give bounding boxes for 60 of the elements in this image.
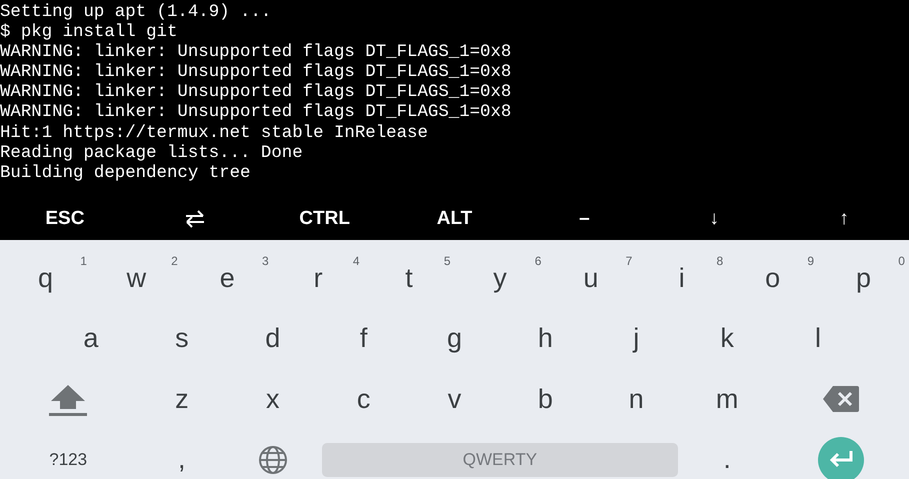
number-hint: 0 xyxy=(898,254,905,268)
keyboard-key[interactable]: j xyxy=(629,323,644,354)
terminal-line: Setting up apt (1.4.9) ... xyxy=(0,3,272,23)
keyboard-key[interactable]: n xyxy=(624,384,648,415)
keyboard-key[interactable]: l xyxy=(811,323,826,354)
keyboard-key[interactable]: h xyxy=(534,323,557,354)
keyboard-key[interactable]: q xyxy=(34,262,57,294)
keyboard-key[interactable]: a xyxy=(79,323,102,354)
backspace-icon[interactable] xyxy=(822,386,859,412)
number-hint: 6 xyxy=(534,254,542,268)
keyboard-key[interactable]: t xyxy=(401,262,417,294)
extra-key[interactable]: CTRL xyxy=(295,208,354,230)
extra-key[interactable]: ↑ xyxy=(835,208,853,230)
extra-key[interactable]: ESC xyxy=(41,208,88,230)
keyboard-key[interactable]: b xyxy=(534,384,557,415)
terminal-line: Hit:1 https://termux.net stable InRelease xyxy=(0,124,428,144)
terminal-line: Reading package lists... Done xyxy=(0,144,303,164)
number-hint: 9 xyxy=(807,254,814,268)
keyboard-key[interactable]: d xyxy=(261,323,284,354)
number-hint: 5 xyxy=(444,254,450,268)
number-hint: 7 xyxy=(626,254,632,268)
number-hint: 3 xyxy=(262,254,269,268)
keyboard-key[interactable]: e xyxy=(216,262,239,294)
shift-icon[interactable] xyxy=(48,382,88,416)
number-hint: 4 xyxy=(352,254,360,268)
keyboard-key[interactable]: , xyxy=(174,444,190,476)
symbols-key[interactable]: ?123 xyxy=(45,450,92,470)
terminal-line: WARNING: linker: Unsupported flags DT_FLAGS_1=0x8 xyxy=(0,83,512,103)
keyboard-key[interactable]: o xyxy=(761,262,784,294)
keyboard-key[interactable]: p xyxy=(852,262,876,294)
terminal-line: WARNING: linker: Unsupported flags DT_FLAGS_1=0x8 xyxy=(0,43,512,63)
globe-icon[interactable] xyxy=(258,444,288,475)
keyboard-key[interactable]: u xyxy=(579,262,602,294)
keyboard-key[interactable]: w xyxy=(122,262,150,294)
enter-key[interactable] xyxy=(818,436,864,479)
number-hint: 2 xyxy=(171,254,178,268)
keyboard-key[interactable]: x xyxy=(262,384,284,415)
extra-key[interactable]: – xyxy=(575,208,594,230)
keyboard-key[interactable]: v xyxy=(444,384,466,415)
keyboard-key[interactable]: . xyxy=(719,444,735,476)
keyboard-key[interactable]: c xyxy=(352,384,374,415)
terminal-line: WARNING: linker: Unsupported flags DT_FLAGS_1=0x8 xyxy=(0,63,512,83)
enter-icon xyxy=(828,450,854,469)
number-hint: 8 xyxy=(716,254,724,268)
number-hint: 1 xyxy=(80,254,87,268)
terminal-line: Building dependency tree xyxy=(0,164,250,184)
keyboard-key[interactable]: s xyxy=(171,323,193,354)
keyboard-key[interactable]: y xyxy=(489,262,511,294)
extra-key[interactable]: ↓ xyxy=(705,208,723,230)
keyboard-key[interactable]: f xyxy=(356,323,372,354)
swap-arrows-icon[interactable] xyxy=(184,210,206,228)
terminal-line: WARNING: linker: Unsupported flags DT_FLAGS_1=0x8 xyxy=(0,103,512,124)
terminal-line: $ pkg install git xyxy=(0,23,178,43)
keyboard-key[interactable]: z xyxy=(171,384,193,415)
keyboard-key[interactable]: r xyxy=(310,262,327,294)
extra-key[interactable]: ALT xyxy=(432,208,476,230)
keyboard-key[interactable]: i xyxy=(674,262,689,294)
keyboard-key[interactable]: m xyxy=(712,384,742,415)
keyboard-key[interactable]: k xyxy=(716,323,738,354)
keyboard-key[interactable]: g xyxy=(442,323,466,354)
